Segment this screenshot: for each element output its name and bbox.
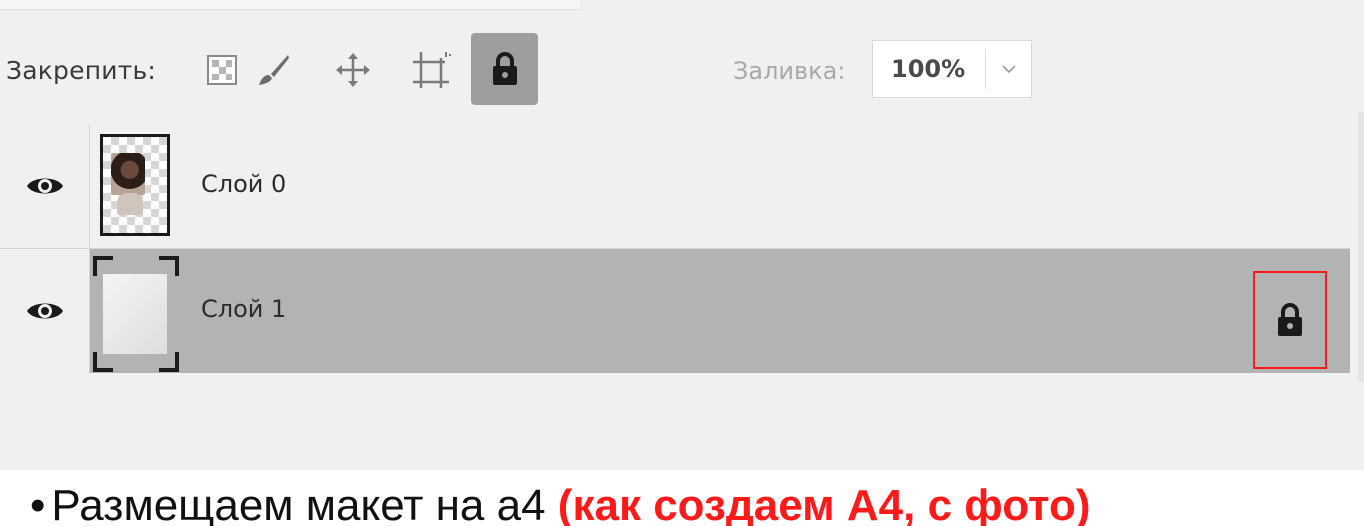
lock-icon: [1278, 303, 1302, 336]
layer-row[interactable]: Слой 0: [0, 124, 1350, 248]
fill-label: Заливка:: [733, 57, 846, 85]
lock-position-button[interactable]: [333, 52, 373, 88]
layers-panel: Закрепить: Заливка: 100% Слой 0 Слой 1: [0, 0, 1364, 470]
artboard-paper: [103, 274, 167, 354]
lock-all-button[interactable]: [471, 33, 538, 105]
lock-artboard-button[interactable]: [410, 50, 454, 90]
panel-scrollbar[interactable]: [1358, 112, 1364, 382]
eye-icon: [27, 303, 63, 319]
fill-dropdown-button[interactable]: [986, 64, 1031, 74]
artboard-icon: [413, 52, 451, 88]
fill-input[interactable]: 100%: [872, 40, 1032, 98]
caption-line: • Размещаем макет на а4 (как создаем А4, …: [30, 476, 1090, 526]
layer-name[interactable]: Слой 0: [201, 170, 286, 198]
layer-thumbnail[interactable]: [100, 134, 170, 236]
layer-lock-indicator[interactable]: [1253, 271, 1327, 369]
visibility-toggle[interactable]: [0, 249, 90, 373]
visibility-toggle[interactable]: [0, 124, 90, 248]
artboard-corner: [93, 352, 113, 372]
photo-thumbnail: [111, 153, 145, 195]
artboard-corner: [159, 352, 179, 372]
fill-value[interactable]: 100%: [873, 55, 985, 83]
bullet: •: [30, 481, 46, 526]
artboard-corner: [159, 256, 179, 276]
layer-row-selected[interactable]: Слой 1: [0, 249, 1350, 373]
brush-icon: [259, 55, 289, 85]
layer-thumbnail[interactable]: [93, 256, 179, 372]
panel-top-edge: [0, 0, 580, 10]
caption-text: Размещаем макет на а4: [51, 481, 558, 526]
artboard-corner: [93, 256, 113, 276]
lock-transparent-pixels-button[interactable]: [204, 52, 240, 88]
lock-icon: [492, 52, 517, 85]
checker-icon: [207, 55, 237, 85]
chevron-down-icon: [1001, 65, 1016, 74]
lock-label: Закрепить:: [6, 56, 157, 85]
layer-name[interactable]: Слой 1: [201, 295, 286, 323]
caption-highlight: (как создаем А4, с фото): [557, 481, 1091, 526]
move-icon: [336, 53, 370, 87]
photo-thumbnail-body: [117, 193, 143, 215]
eye-icon: [27, 178, 63, 194]
lock-image-pixels-button[interactable]: [255, 52, 291, 88]
